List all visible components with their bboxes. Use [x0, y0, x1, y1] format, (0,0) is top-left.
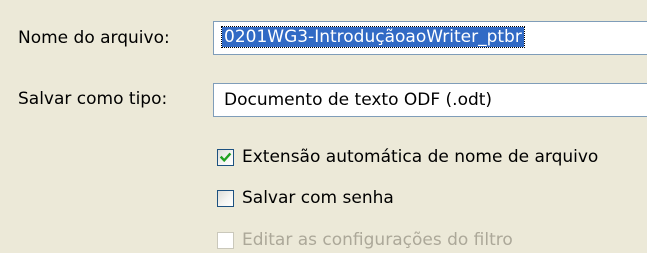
save-password-option[interactable]: Salvar com senha	[217, 188, 394, 208]
checkmark-icon	[219, 152, 232, 162]
edit-filter-checkbox	[217, 231, 234, 249]
save-password-label: Salvar com senha	[242, 188, 394, 208]
auto-extension-label: Extensão automática de nome de arquivo	[242, 147, 599, 167]
filename-label: Nome do arquivo:	[18, 28, 170, 48]
auto-extension-checkbox[interactable]	[217, 148, 234, 166]
filetype-value: Documento de texto ODF (.odt)	[224, 90, 493, 110]
filetype-label: Salvar como tipo:	[18, 89, 168, 109]
filename-input[interactable]: 0201WG3-IntroduçãoaoWriter_ptbr	[213, 21, 647, 55]
edit-filter-label: Editar as configurações do filtro	[242, 230, 513, 250]
filename-value: 0201WG3-IntroduçãoaoWriter_ptbr	[221, 26, 525, 48]
filetype-select[interactable]: Documento de texto ODF (.odt)	[213, 83, 647, 117]
edit-filter-option: Editar as configurações do filtro	[217, 230, 513, 250]
save-dialog-options: Nome do arquivo: 0201WG3-IntroduçãoaoWri…	[0, 0, 647, 253]
save-password-checkbox[interactable]	[217, 189, 234, 207]
auto-extension-option[interactable]: Extensão automática de nome de arquivo	[217, 147, 598, 167]
